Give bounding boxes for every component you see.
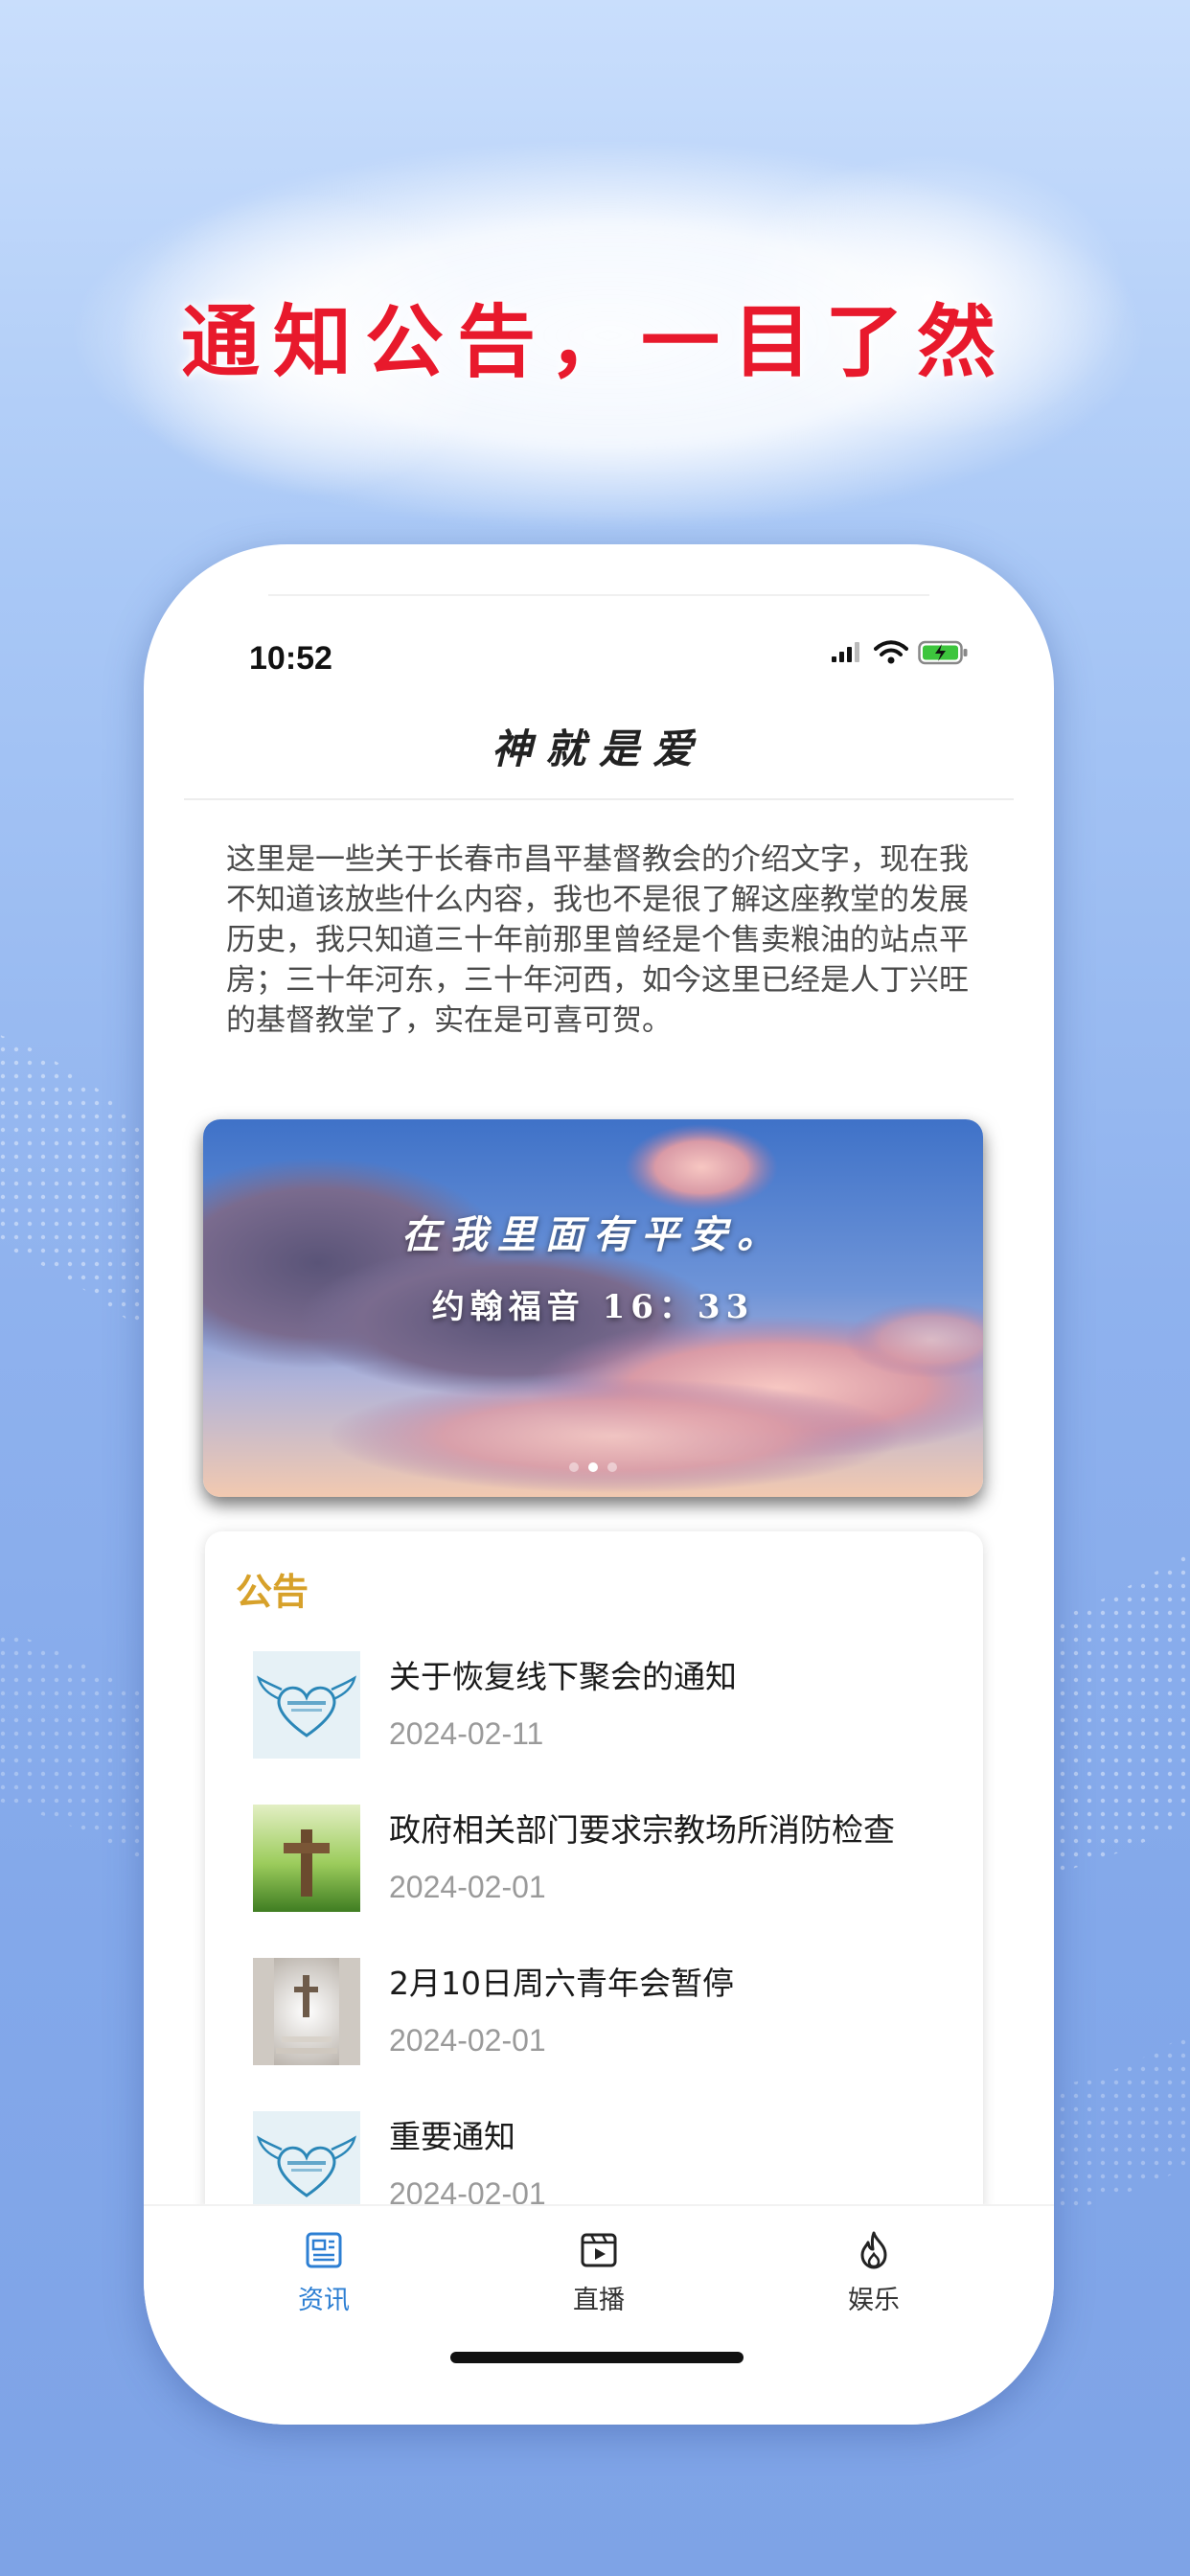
tab-entertainment[interactable]: 娱乐 bbox=[797, 2229, 950, 2316]
phone-frame: 10:52 神就是爱 这里是一些关于长春市昌平基督教会的介绍文字，现在我不知道该… bbox=[144, 544, 1054, 2425]
page-dot[interactable] bbox=[607, 1462, 617, 1472]
notice-card: 公告 关于恢复线下聚会的通知 2024-02-11 政府相关部门要求宗教场所消防… bbox=[205, 1531, 983, 2221]
fire-icon bbox=[860, 2231, 887, 2269]
notice-item-title: 关于恢复线下聚会的通知 bbox=[389, 1658, 737, 1695]
banner-page-dots[interactable] bbox=[203, 1462, 983, 1472]
phone-top-divider bbox=[268, 594, 929, 596]
notice-item-date: 2024-02-01 bbox=[389, 2023, 546, 2058]
notice-item-title: 2月10日周六青年会暂停 bbox=[389, 1965, 734, 2002]
page-dot[interactable] bbox=[569, 1462, 579, 1472]
verse-banner[interactable]: 在我里面有平安。 约翰福音 16：33 bbox=[203, 1119, 983, 1497]
wifi-icon bbox=[874, 640, 908, 664]
page-dot-active[interactable] bbox=[588, 1462, 598, 1472]
notice-item[interactable]: 2月10日周六青年会暂停 2024-02-01 bbox=[253, 1958, 952, 2073]
intro-text: 这里是一些关于长春市昌平基督教会的介绍文字，现在我不知道该放些什么内容，我也不是… bbox=[226, 842, 969, 1038]
notice-item-date: 2024-02-01 bbox=[389, 1870, 546, 1904]
notice-item[interactable]: 关于恢复线下聚会的通知 2024-02-11 bbox=[253, 1651, 952, 1766]
notice-section-title: 公告 bbox=[236, 1571, 309, 1613]
banner-verse-reference: 约翰福音 16：33 bbox=[431, 1288, 755, 1326]
title-divider bbox=[184, 798, 1014, 800]
heart-wings-logo-thumb bbox=[253, 2111, 360, 2219]
promo-page: 通知公告，一目了然 10:52 神就是爱 这里是一些关于长春市昌平基督教会的介绍… bbox=[0, 0, 1190, 2576]
tab-label: 资讯 bbox=[298, 2286, 350, 2315]
home-indicator[interactable] bbox=[450, 2352, 744, 2363]
battery-charging-icon bbox=[918, 640, 968, 665]
tab-news[interactable]: 资讯 bbox=[247, 2229, 400, 2316]
app-title: 神就是爱 bbox=[491, 725, 706, 772]
signal-icon bbox=[832, 642, 859, 662]
video-icon bbox=[581, 2233, 617, 2267]
news-icon bbox=[306, 2232, 342, 2268]
notice-item[interactable]: 政府相关部门要求宗教场所消防检查 2024-02-01 bbox=[253, 1805, 952, 1920]
tab-label: 娱乐 bbox=[848, 2286, 900, 2315]
status-time: 10:52 bbox=[249, 640, 332, 677]
tab-live[interactable]: 直播 bbox=[522, 2229, 675, 2316]
notice-item-title: 重要通知 bbox=[389, 2118, 515, 2155]
heart-wings-logo-thumb bbox=[253, 1651, 360, 1759]
bottom-tab-bar: 资讯 直播 娱乐 bbox=[144, 2204, 1054, 2425]
notice-item-title: 政府相关部门要求宗教场所消防检查 bbox=[389, 1811, 895, 1849]
tab-label: 直播 bbox=[573, 2286, 625, 2315]
promo-headline: 通知公告，一目了然 bbox=[180, 296, 1009, 388]
banner-verse-text: 在我里面有平安。 bbox=[401, 1212, 785, 1257]
status-icons bbox=[830, 640, 970, 665]
wooden-cross-thumb bbox=[253, 1805, 360, 1912]
cross-corridor-thumb bbox=[253, 1958, 360, 2065]
notice-item-date: 2024-02-11 bbox=[389, 1716, 544, 1751]
